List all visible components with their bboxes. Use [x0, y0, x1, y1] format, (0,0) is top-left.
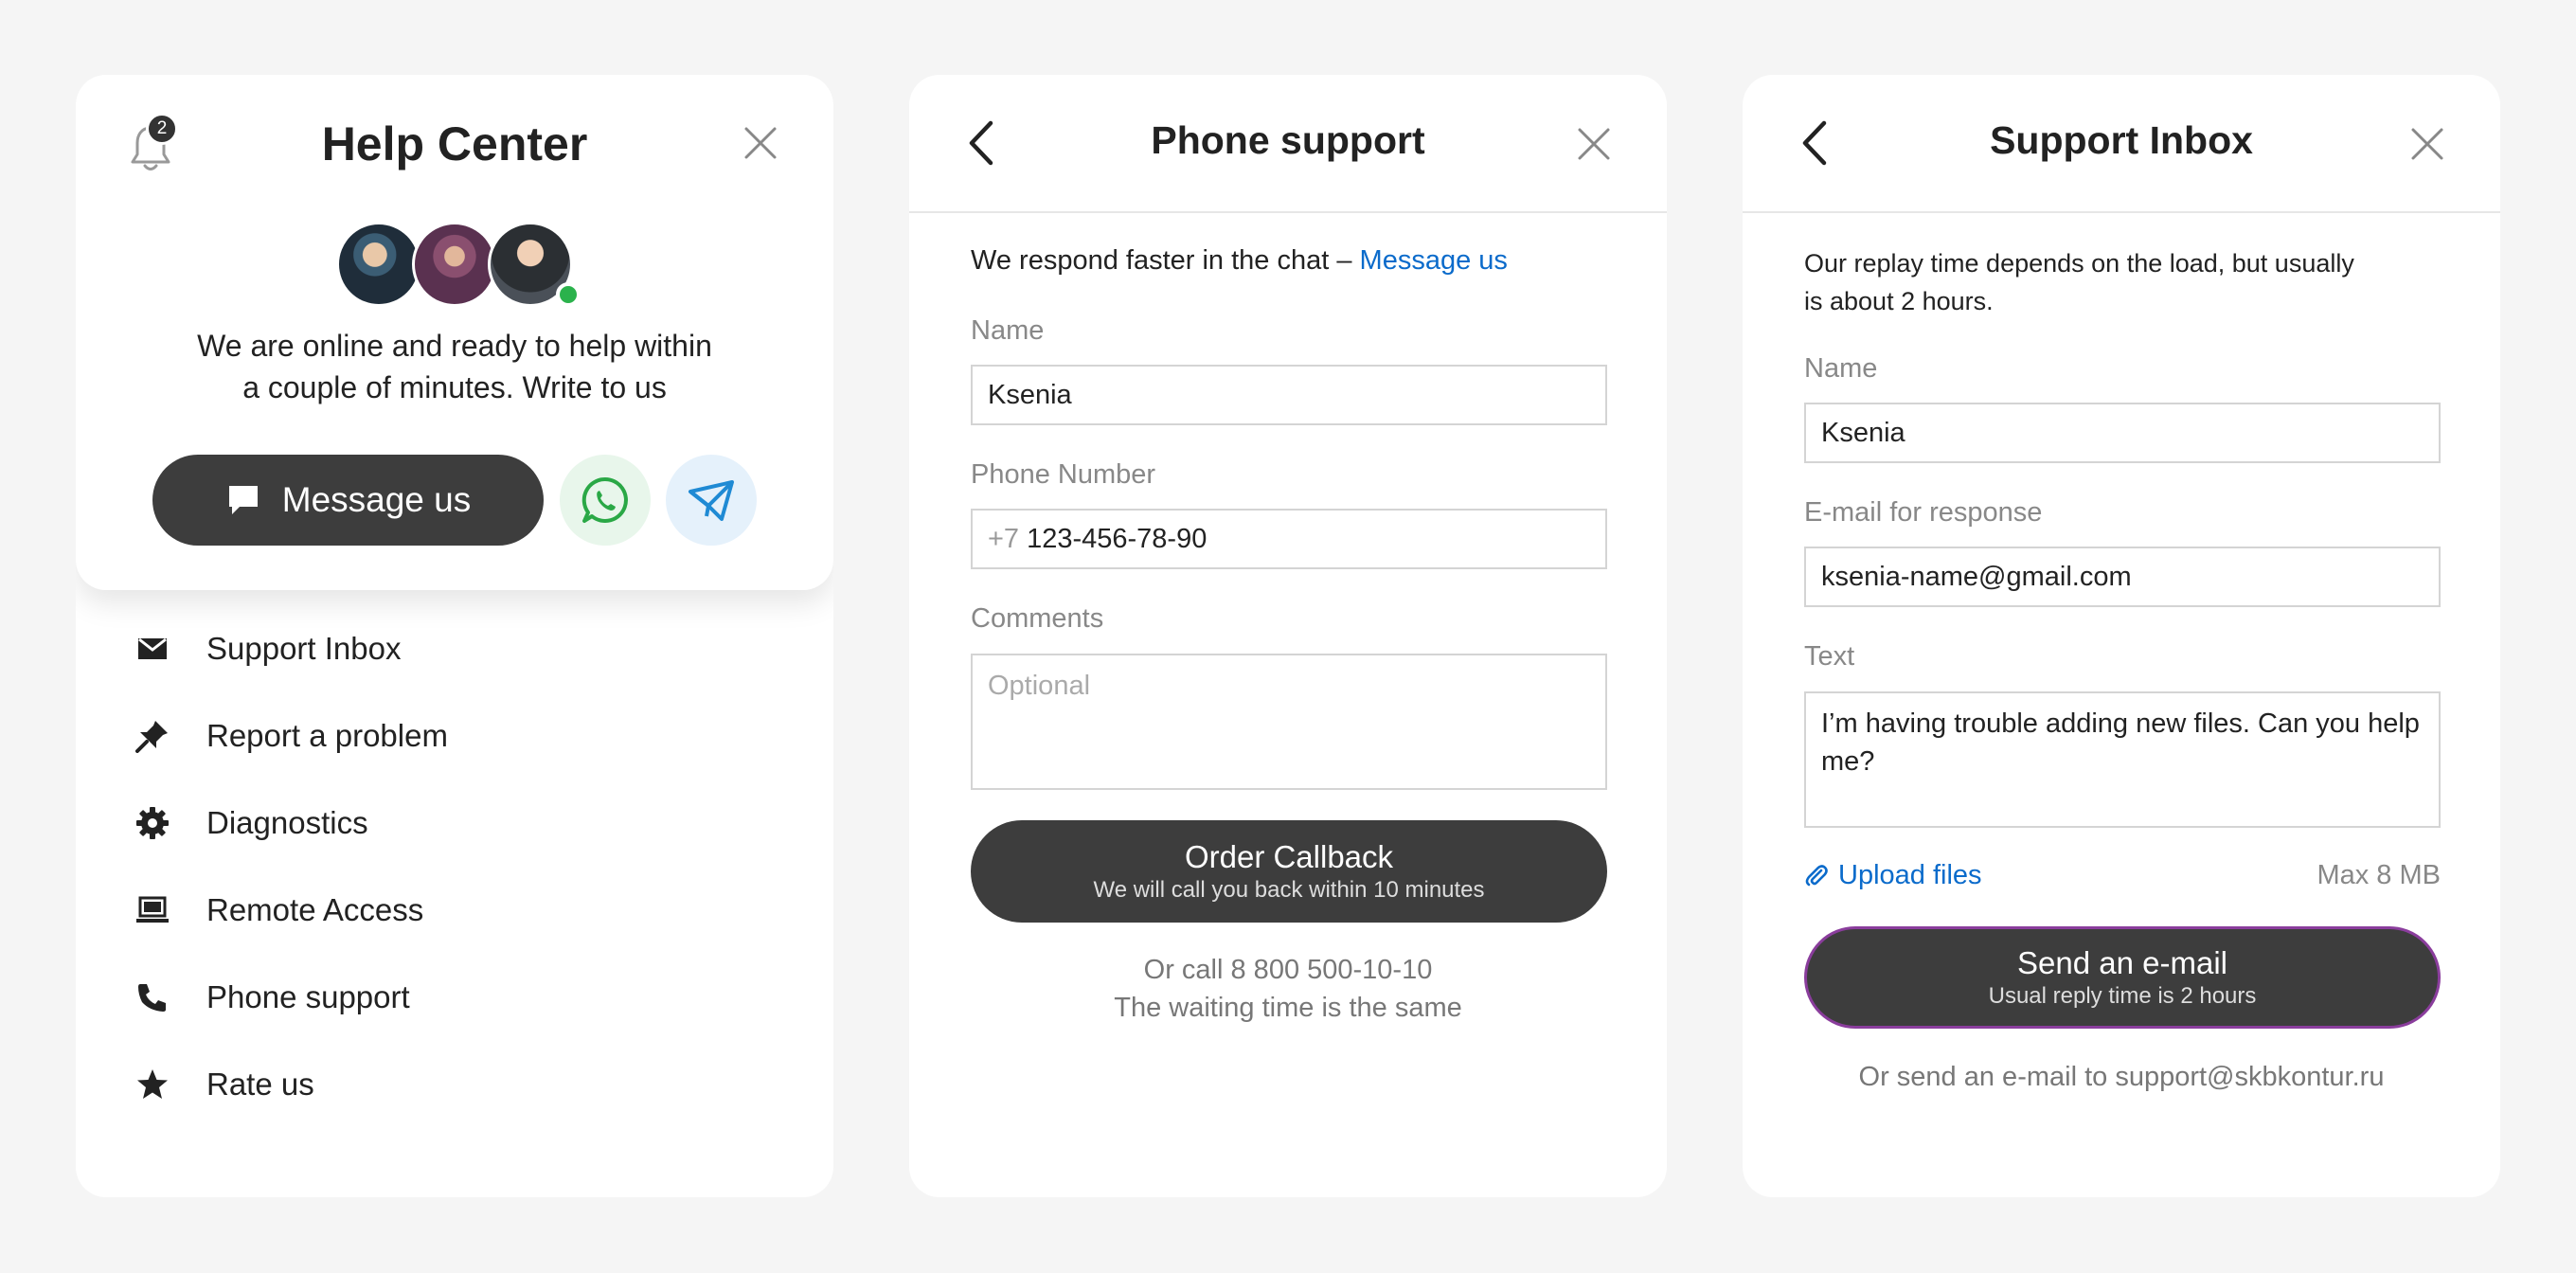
reply-time-line: Our replay time depends on the load, but…	[1804, 249, 2354, 278]
gear-icon	[134, 805, 170, 841]
chat-bubble-icon	[228, 486, 258, 514]
reply-time-info: Our replay time depends on the load, but…	[1804, 244, 2354, 320]
message-text-value: I’m having trouble adding new files. Can…	[1821, 708, 2420, 777]
menu-item-label: Support Inbox	[206, 631, 402, 666]
name-label: Name	[1804, 353, 1878, 384]
comments-label: Comments	[971, 603, 1104, 634]
waiting-time-line: The waiting time is the same	[1114, 993, 1462, 1023]
avatar	[412, 222, 497, 307]
comments-placeholder: Optional	[988, 671, 1091, 701]
email-alternative-note: Or send an e-mail to support@skbkontur.r…	[1858, 1062, 2385, 1092]
country-code-prefix: +7	[988, 523, 1020, 554]
help-center-panel: 2 Help Center We are online and ready to…	[76, 75, 833, 1197]
call-alternative-note: Or call 8 800 500-10-10 The waiting time…	[909, 951, 1667, 1027]
menu-item-label: Remote Access	[206, 892, 424, 927]
help-center-card: 2 Help Center We are online and ready to…	[76, 75, 833, 590]
telegram-button[interactable]	[666, 455, 757, 546]
whatsapp-icon	[581, 476, 628, 523]
menu-item-support-inbox[interactable]: Support Inbox	[76, 605, 833, 692]
support-team-avatars	[336, 222, 581, 307]
name-field[interactable]: Ksenia	[971, 365, 1607, 425]
name-label: Name	[971, 315, 1045, 346]
message-text-field[interactable]: I’m having trouble adding new files. Can…	[1804, 691, 2441, 828]
header-divider	[909, 211, 1667, 213]
menu-item-label: Phone support	[206, 979, 410, 1014]
header-divider	[1743, 211, 2500, 213]
call-number-line: Or call 8 800 500-10-10	[1143, 955, 1433, 985]
upload-files-link[interactable]: Upload files	[1804, 860, 1982, 891]
send-email-label: Send an e-mail	[2017, 945, 2227, 980]
menu-item-phone-support[interactable]: Phone support	[76, 954, 833, 1041]
online-status-dot	[556, 282, 581, 307]
page-title: Support Inbox	[1990, 118, 2253, 162]
send-email-sublabel: Usual reply time is 2 hours	[1988, 983, 2257, 1009]
send-email-button[interactable]: Send an e-mail Usual reply time is 2 hou…	[1804, 926, 2441, 1029]
whatsapp-button[interactable]	[560, 455, 651, 546]
close-icon[interactable]	[2408, 125, 2446, 163]
avatar	[336, 222, 421, 307]
name-field-value: Ksenia	[988, 379, 1072, 410]
menu-item-label: Rate us	[206, 1067, 314, 1102]
message-us-link[interactable]: Message us	[1360, 245, 1508, 276]
order-callback-sublabel: We will call you back within 10 minutes	[1093, 877, 1485, 903]
menu-item-remote-access[interactable]: Remote Access	[76, 867, 833, 954]
close-icon[interactable]	[742, 124, 779, 162]
message-us-label: Message us	[281, 480, 472, 519]
order-callback-button[interactable]: Order Callback We will call you back wit…	[971, 820, 1607, 923]
pin-icon	[134, 718, 170, 754]
paperclip-icon	[1805, 864, 1828, 886]
phone-icon	[134, 979, 170, 1015]
envelope-icon	[134, 631, 170, 667]
menu-item-report-problem[interactable]: Report a problem	[76, 692, 833, 780]
email-label: E-mail for response	[1804, 497, 2043, 528]
name-field-value: Ksenia	[1821, 417, 1905, 448]
phone-number-label: Phone Number	[971, 459, 1156, 490]
menu-item-label: Report a problem	[206, 718, 448, 753]
comments-field[interactable]: Optional	[971, 654, 1607, 790]
online-message-line: We are online and ready to help within	[197, 329, 712, 363]
order-callback-label: Order Callback	[1184, 839, 1394, 874]
max-file-size: Max 8 MB	[2317, 860, 2441, 890]
telegram-icon	[689, 480, 734, 521]
chat-hint-text: We respond faster in the chat –	[971, 245, 1360, 276]
text-label: Text	[1804, 641, 1855, 672]
star-icon	[134, 1067, 170, 1103]
menu-item-diagnostics[interactable]: Diagnostics	[76, 780, 833, 867]
help-menu: Support Inbox Report a problem Diagnosti…	[76, 605, 833, 1128]
page-title: Phone support	[1151, 118, 1425, 162]
online-message-line: a couple of minutes. Write to us	[242, 370, 667, 404]
phone-support-panel: Phone support We respond faster in the c…	[909, 75, 1667, 1197]
laptop-icon	[134, 892, 170, 928]
email-field[interactable]: ksenia-name@gmail.com	[1804, 547, 2441, 607]
support-inbox-panel: Support Inbox Our replay time depends on…	[1743, 75, 2500, 1197]
email-field-value: ksenia-name@gmail.com	[1821, 561, 2132, 592]
menu-item-rate-us[interactable]: Rate us	[76, 1041, 833, 1128]
upload-files-label: Upload files	[1838, 860, 1982, 890]
message-us-button[interactable]: Message us	[152, 455, 544, 546]
online-message: We are online and ready to help within a…	[152, 325, 758, 408]
phone-number-value: 123-456-78-90	[1027, 523, 1208, 554]
page-title: Help Center	[321, 117, 588, 170]
phone-number-field[interactable]: +7 123-456-78-90	[971, 509, 1607, 569]
chat-hint: We respond faster in the chat – Message …	[971, 245, 1508, 277]
menu-item-label: Diagnostics	[206, 805, 368, 840]
reply-time-line: is about 2 hours.	[1804, 287, 1994, 315]
name-field[interactable]: Ksenia	[1804, 403, 2441, 463]
close-icon[interactable]	[1575, 125, 1613, 163]
